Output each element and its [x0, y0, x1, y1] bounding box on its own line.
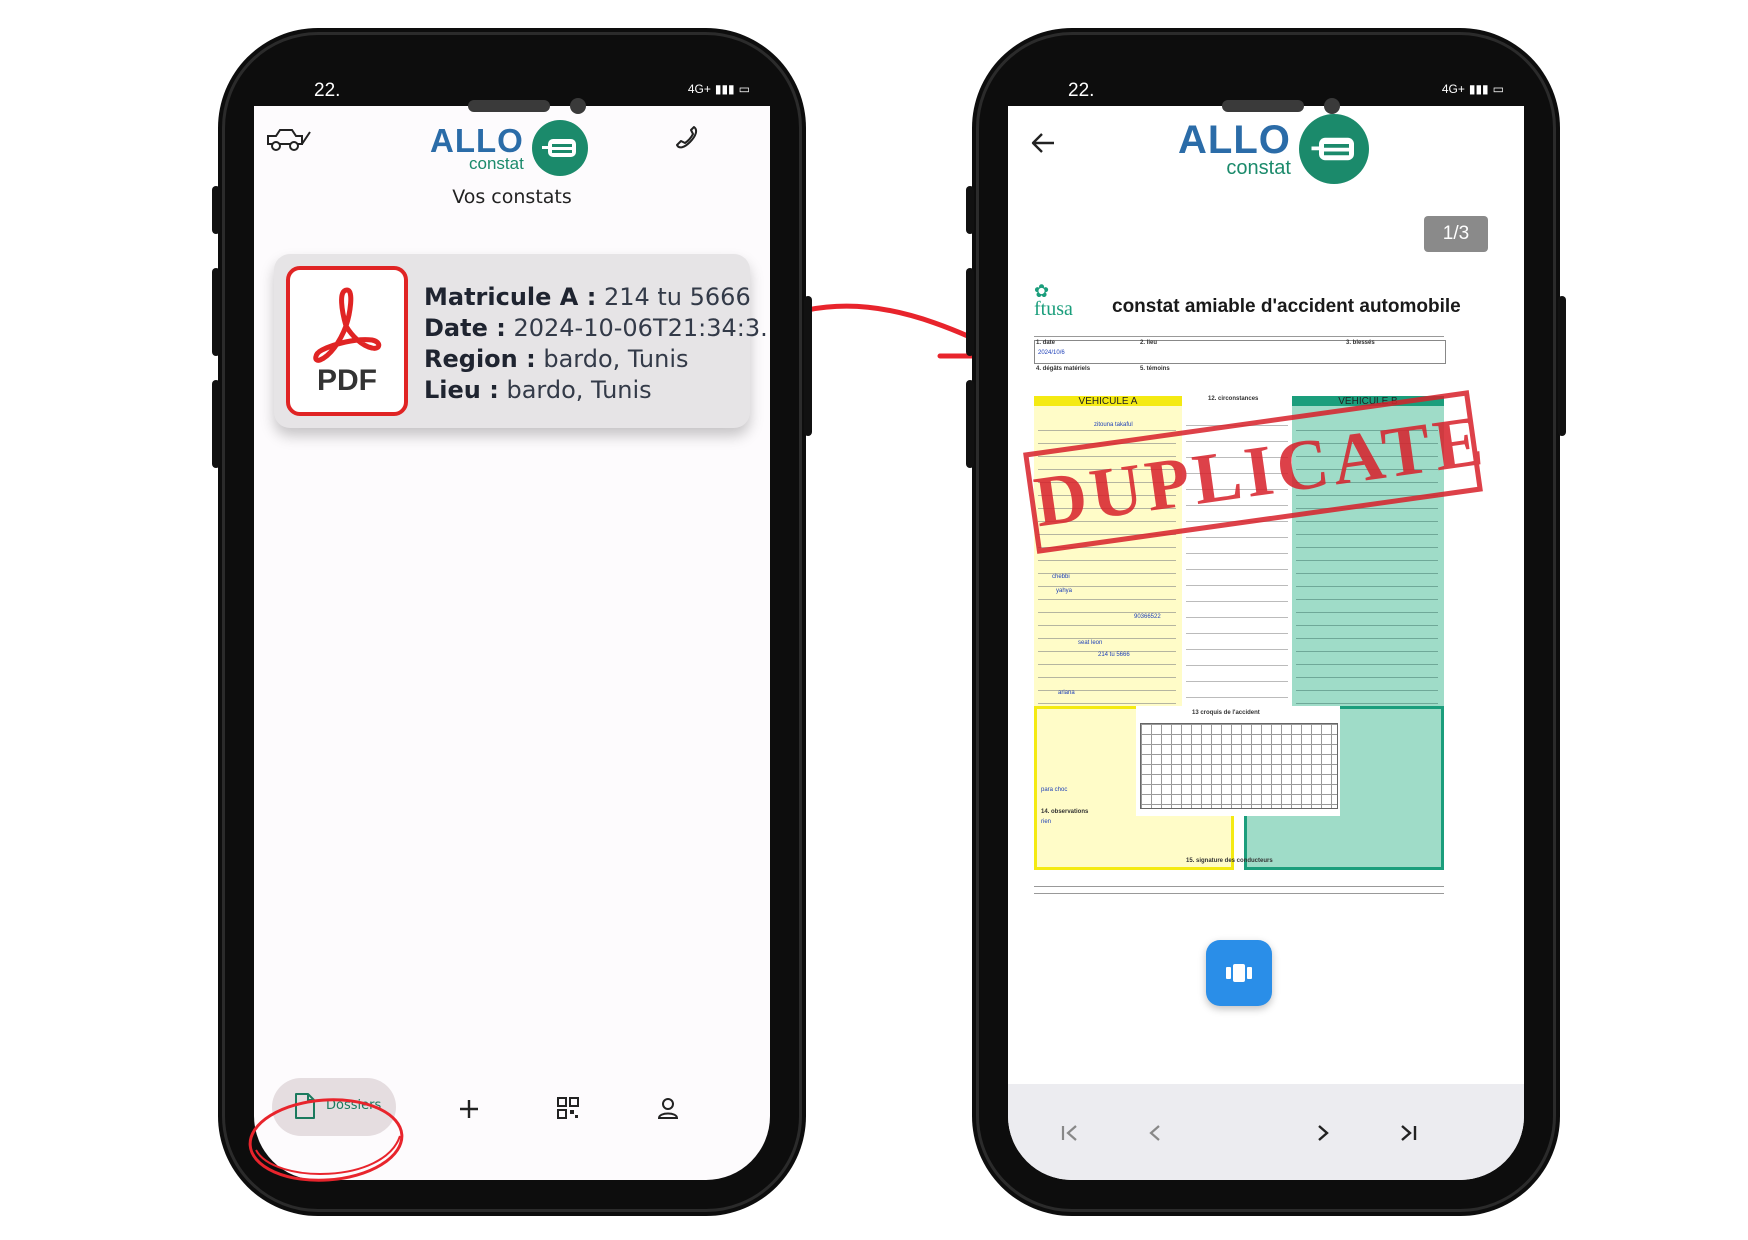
page-counter: 1/3 — [1424, 216, 1488, 252]
compare-icon — [1226, 964, 1252, 982]
left-screen: ALLO constat Vos constats PDF Matricule … — [254, 106, 770, 1180]
region-row: Region : bardo, Tunis — [424, 345, 689, 373]
constat-card[interactable]: PDF Matricule A : 214 tu 5666 Date : 202… — [274, 254, 770, 428]
chevron-left-icon[interactable] — [1148, 1124, 1162, 1142]
allo-constat-logo: ALLO constat — [1178, 114, 1369, 184]
doc-header-lines: 1. date 2. lieu 3. blessés 2024/10/6 4. … — [1034, 330, 1446, 390]
sketch-grid — [1140, 723, 1338, 809]
allo-constat-logo: ALLO constat — [430, 120, 588, 176]
page-title: Vos constats — [452, 186, 572, 208]
plus-icon[interactable] — [458, 1098, 480, 1120]
document-title: constat amiable d'accident automobile — [1112, 296, 1461, 317]
battery-icon: ▭ — [738, 82, 750, 96]
tow-truck-icon[interactable] — [266, 126, 312, 156]
last-page-icon[interactable] — [1398, 1124, 1418, 1142]
annotation-circle — [248, 1098, 404, 1182]
battery-icon: ▭ — [1492, 82, 1504, 96]
right-screen: ALLO constat 1/3 ✿ ftusa constat amiable … — [1008, 106, 1524, 1180]
date-row: Date : 2024-10-06T21:34:3... — [424, 314, 770, 342]
compare-button[interactable] — [1206, 940, 1272, 1006]
ftusa-logo: ✿ ftusa — [1034, 281, 1073, 320]
chevron-right-icon[interactable] — [1316, 1124, 1330, 1142]
arrow-left-icon[interactable] — [1030, 132, 1056, 154]
left-status-bar: 22. 4G+ ▮▮▮ ▭ — [314, 80, 750, 101]
right-status-bar: 22. 4G+ ▮▮▮ ▭ — [1068, 80, 1504, 101]
qr-code-icon[interactable] — [556, 1096, 580, 1120]
card-details: Matricule A : 214 tu 5666 Date : 2024-10… — [424, 282, 770, 406]
signal-icon: ▮▮▮ — [714, 82, 735, 96]
pager-bar — [1008, 1084, 1524, 1180]
pdf-file-icon: PDF — [286, 266, 408, 416]
lieu-row: Lieu : bardo, Tunis — [424, 376, 652, 404]
phone-icon[interactable] — [674, 124, 700, 154]
signal-icon: ▮▮▮ — [1468, 82, 1489, 96]
constat-document[interactable]: ✿ ftusa constat amiable d'accident automo… — [1023, 276, 1502, 916]
first-page-icon[interactable] — [1060, 1124, 1080, 1142]
user-icon[interactable] — [656, 1096, 680, 1120]
left-phone: ALLO constat Vos constats PDF Matricule … — [212, 28, 812, 1216]
right-phone: ALLO constat 1/3 ✿ ftusa constat amiable … — [966, 28, 1566, 1216]
matricule-row: Matricule A : 214 tu 5666 — [424, 283, 751, 311]
